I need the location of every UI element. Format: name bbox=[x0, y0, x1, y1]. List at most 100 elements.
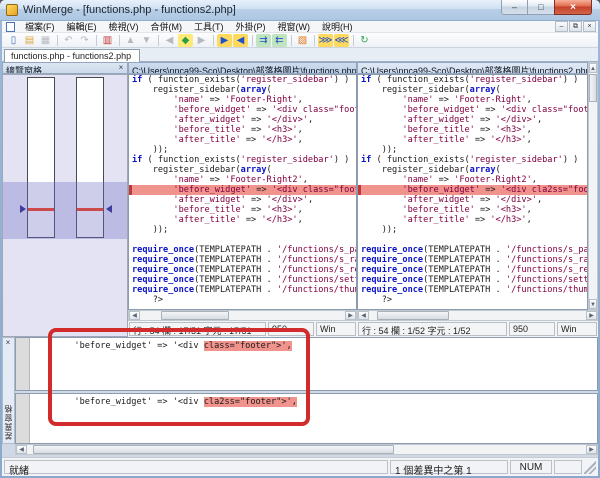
toolbar-separator bbox=[57, 35, 58, 46]
location-pane-title: 總覽窗格 bbox=[6, 66, 42, 74]
code-line: if ( function_exists('register_sidebar')… bbox=[129, 155, 356, 165]
tab-functions-compare[interactable]: functions.php - functions2.php bbox=[4, 49, 140, 62]
menu-item-0[interactable]: 檔案(F) bbox=[19, 22, 61, 32]
diff-pane-bottom-text[interactable]: 'before_widget' => '<div cla2ss="footer"… bbox=[15, 393, 598, 444]
code-line: 'name' => 'Footer-Right', bbox=[358, 95, 587, 105]
code-line bbox=[358, 235, 587, 245]
undo-icon: ↶ bbox=[61, 34, 76, 47]
close-button[interactable]: × bbox=[554, 0, 592, 15]
window-controls: – □ × bbox=[501, 0, 592, 15]
vscroll-thumb[interactable] bbox=[589, 74, 597, 102]
scroll-left-icon[interactable]: ◀ bbox=[358, 311, 369, 320]
copy-right-icon[interactable]: ▶ bbox=[217, 34, 232, 47]
diff-pane-close-icon[interactable]: × bbox=[3, 339, 13, 348]
current-diff-icon[interactable]: ◆ bbox=[178, 34, 193, 47]
scroll-up-icon[interactable]: ▲ bbox=[589, 63, 597, 73]
location-pane-body[interactable] bbox=[2, 74, 128, 337]
title-bar[interactable]: WinMerge - [functions.php - functions2.p… bbox=[0, 0, 600, 21]
right-horizontal-scrollbar[interactable]: ◀ ▶ bbox=[357, 310, 598, 321]
toolbar-separator bbox=[158, 35, 159, 46]
diff-pane-hscroll-thumb[interactable] bbox=[33, 445, 393, 454]
diff-line-left-version: 'before_widget' => '<div class="footer">… bbox=[33, 341, 292, 352]
code-line: 'after_title' => '</h3>', bbox=[358, 135, 587, 145]
diff-pane-gutter bbox=[16, 338, 30, 390]
client-area: 檔案(F)編輯(E)檢視(V)合併(M)工具(T)外掛(P)視窗(W)說明(H)… bbox=[2, 21, 598, 476]
code-line: 'after_widget' => '</div>', bbox=[129, 115, 356, 125]
mdi-restore-button[interactable]: ⧉ bbox=[569, 21, 582, 32]
diff-pane-horizontal-scrollbar[interactable]: ◀ ▶ bbox=[15, 444, 598, 455]
left-encoding: 950 bbox=[268, 322, 314, 336]
code-line: require_once(TEMPLATEPATH . '/functions/… bbox=[129, 245, 356, 255]
right-vertical-scrollbar[interactable]: ▲ ▼ bbox=[588, 62, 598, 310]
diff-mark-right bbox=[77, 208, 103, 211]
left-hscroll-thumb[interactable] bbox=[161, 311, 229, 320]
code-line: require_once(TEMPLATEPATH . '/functions/… bbox=[358, 255, 587, 265]
code-line: 'after_title' => '</h3>', bbox=[129, 135, 356, 145]
scroll-right-icon[interactable]: ▶ bbox=[586, 445, 597, 454]
scroll-left-icon[interactable]: ◀ bbox=[129, 311, 140, 320]
auto-merge-icon[interactable]: ▧ bbox=[295, 34, 310, 47]
status-ready: 就緒 bbox=[4, 460, 388, 474]
toolbar-separator bbox=[353, 35, 354, 46]
document-icon bbox=[6, 22, 15, 32]
code-line: require_once(TEMPLATEPATH . '/functions/… bbox=[358, 265, 587, 275]
mdi-close-button[interactable]: × bbox=[583, 21, 596, 32]
menu-item-7[interactable]: 說明(H) bbox=[316, 22, 359, 32]
redo-icon: ↷ bbox=[77, 34, 92, 47]
diff-pane-top-text[interactable]: 'before_widget' => '<div class="footer">… bbox=[15, 337, 598, 391]
menu-item-2[interactable]: 檢視(V) bbox=[103, 22, 145, 32]
resize-grip[interactable] bbox=[584, 460, 596, 474]
code-line: require_once(TEMPLATEPATH . '/functions/… bbox=[129, 285, 356, 295]
toolbar-separator bbox=[291, 35, 292, 46]
copy-left-advance-icon[interactable]: ⇇ bbox=[272, 34, 287, 47]
right-editor[interactable]: if ( function_exists('register_sidebar')… bbox=[357, 74, 588, 310]
status-bar: 就緒 1 個差異中之第 1 NUM bbox=[2, 457, 598, 476]
code-line: register_sidebar(array( bbox=[358, 165, 587, 175]
copy-left-icon[interactable]: ◀ bbox=[233, 34, 248, 47]
new-file-icon[interactable]: ▯ bbox=[6, 34, 21, 47]
right-file-path-header[interactable]: C:\Users\nnca99-Sco\Desktop\部落格圖片\functi… bbox=[357, 62, 588, 74]
code-line: ?> bbox=[129, 295, 356, 305]
left-eol-style: Win bbox=[316, 322, 356, 336]
copy-all-left-icon[interactable]: ⋘ bbox=[334, 34, 349, 47]
refresh-icon[interactable]: ↻ bbox=[357, 34, 372, 47]
menu-item-6[interactable]: 視窗(W) bbox=[272, 22, 317, 32]
code-line: 'after_widget' => '</div>', bbox=[358, 115, 587, 125]
right-cursor-position: 行 : 54 欄 : 1/52 字元 : 1/52 bbox=[358, 322, 507, 336]
menu-items: 檔案(F)編輯(E)檢視(V)合併(M)工具(T)外掛(P)視窗(W)說明(H) bbox=[19, 20, 359, 33]
scroll-down-icon[interactable]: ▼ bbox=[589, 299, 597, 309]
status-diff-count: 1 個差異中之第 1 bbox=[390, 460, 508, 474]
diff-code-line: 'before_widget' => '<div cla2ss="foo bbox=[358, 185, 587, 195]
scroll-right-icon[interactable]: ▶ bbox=[586, 311, 597, 320]
winmerge-window: WinMerge - [functions.php - functions2.p… bbox=[0, 0, 600, 478]
location-pane-close-icon[interactable]: × bbox=[116, 64, 126, 73]
mdi-minimize-button[interactable]: – bbox=[555, 21, 568, 32]
diff-pane-title-strip: × 差異窗格 bbox=[2, 337, 15, 444]
code-line: require_once(TEMPLATEPATH . '/functions/… bbox=[129, 255, 356, 265]
left-file-path-header[interactable]: C:\Users\nnca99-Sco\Desktop\部落格圖片\functi… bbox=[128, 62, 357, 74]
copy-all-right-icon[interactable]: ⋙ bbox=[318, 34, 333, 47]
toolbar-separator bbox=[252, 35, 253, 46]
menu-item-5[interactable]: 外掛(P) bbox=[230, 22, 272, 32]
left-horizontal-scrollbar[interactable]: ◀ ▶ bbox=[128, 310, 357, 321]
options-icon[interactable]: ▥ bbox=[100, 34, 115, 47]
code-line: register_sidebar(array( bbox=[358, 85, 587, 95]
scroll-right-icon[interactable]: ▶ bbox=[345, 311, 356, 320]
location-pane-header: 總覽窗格 × bbox=[2, 62, 128, 74]
left-editor[interactable]: if ( function_exists('register_sidebar')… bbox=[128, 74, 357, 310]
open-file-icon[interactable]: ▤ bbox=[22, 34, 37, 47]
code-line: require_once(TEMPLATEPATH . '/functions/… bbox=[358, 245, 587, 255]
code-line: 'before_title' => '<h3>', bbox=[358, 205, 587, 215]
scroll-left-icon[interactable]: ◀ bbox=[16, 445, 27, 454]
diff-marker-arrow-left bbox=[20, 205, 26, 213]
toolbar-separator bbox=[96, 35, 97, 46]
copy-right-advance-icon[interactable]: ⇉ bbox=[256, 34, 271, 47]
minimize-button[interactable]: – bbox=[501, 0, 528, 15]
toolbar-separator bbox=[314, 35, 315, 46]
menu-item-3[interactable]: 合併(M) bbox=[145, 22, 189, 32]
menu-item-4[interactable]: 工具(T) bbox=[188, 22, 230, 32]
maximize-button[interactable]: □ bbox=[528, 0, 554, 15]
menu-bar: 檔案(F)編輯(E)檢視(V)合併(M)工具(T)外掛(P)視窗(W)說明(H)… bbox=[2, 21, 598, 33]
menu-item-1[interactable]: 編輯(E) bbox=[61, 22, 103, 32]
right-hscroll-thumb[interactable] bbox=[377, 311, 449, 320]
